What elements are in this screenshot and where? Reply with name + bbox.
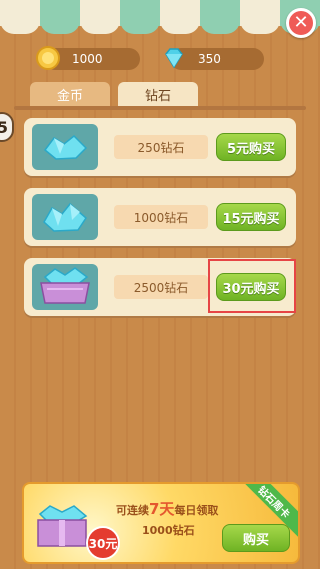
diamond-icon [165, 48, 183, 69]
promo-line1-pre: 可连续 [116, 504, 149, 517]
buy-button-5[interactable]: 5元购买 [216, 133, 286, 161]
gold-value: 1000 [72, 52, 103, 66]
gift-box-icon [37, 505, 88, 547]
selection-highlight [208, 259, 296, 313]
awning-scallop [0, 20, 320, 34]
diamond-pile-image [32, 124, 98, 170]
close-button[interactable]: ✕ [286, 8, 316, 38]
pack-amount: 250钻石 [114, 135, 208, 159]
diamond-box-image [32, 264, 98, 310]
gold-coin-icon [36, 46, 60, 70]
promo-buy-button[interactable]: 购买 [222, 524, 290, 552]
diamond-pack-row: 1000钻石 15元购买 [24, 188, 296, 246]
price-badge: 30元 [86, 526, 120, 560]
promo-line2: 1000钻石 [142, 524, 195, 537]
diamond-pile-image [32, 194, 98, 240]
diamond-value: 350 [198, 52, 221, 66]
diamond-balance: 350 [165, 48, 264, 70]
tab-bar: 金币 钻石 [30, 82, 198, 106]
diamond-pile-icon [43, 202, 87, 232]
tab-divider [14, 106, 306, 110]
buy-button-15[interactable]: 15元购买 [216, 203, 286, 231]
diamond-pile-icon [43, 134, 88, 160]
promo-line1-post: 每日领取 [174, 504, 219, 517]
promo-days: 7天 [149, 500, 175, 518]
weekly-card-promo: 30元 可连续7天每日领取 1000钻石 钻石周卡 购买 [22, 482, 300, 564]
diamond-box-icon [40, 267, 90, 304]
pack-amount: 1000钻石 [114, 205, 208, 229]
close-icon: ✕ [293, 12, 309, 33]
side-indicator: 5 [0, 112, 14, 142]
tab-diamond[interactable]: 钻石 [118, 82, 198, 106]
promo-line1: 可连续7天每日领取 [116, 498, 218, 519]
pack-amount: 2500钻石 [114, 275, 208, 299]
tab-gold[interactable]: 金币 [30, 82, 110, 106]
gold-balance: 1000 [36, 46, 140, 70]
diamond-pack-row: 250钻石 5元购买 [24, 118, 296, 176]
